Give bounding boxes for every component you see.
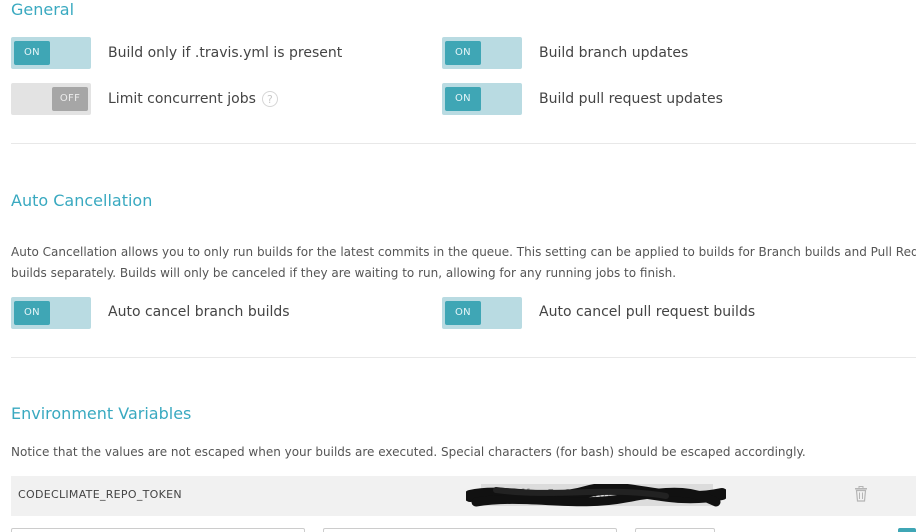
env-var-name: CODECLIMATE_REPO_TOKEN <box>18 488 182 501</box>
display-value-toggle[interactable] <box>635 528 715 532</box>
toggle-state: ON <box>445 301 481 325</box>
redaction-scribble <box>466 484 726 507</box>
environment-variables-section-title: Environment Variables <box>11 404 192 423</box>
auto-cancellation-description-line2: builds separately. Builds will only be c… <box>11 266 677 280</box>
build-only-travis-yml-toggle[interactable]: ON <box>11 37 91 69</box>
general-section-title: General <box>11 0 75 19</box>
toggle-state: ON <box>445 41 481 65</box>
limit-concurrent-jobs-row: Limit concurrent jobs? <box>108 90 278 108</box>
env-var-name-input[interactable] <box>11 528 305 532</box>
trash-icon[interactable] <box>854 486 868 502</box>
auto-cancel-branch-builds-label: Auto cancel branch builds <box>108 304 290 320</box>
limit-concurrent-jobs-toggle[interactable]: OFF <box>11 83 91 115</box>
toggle-state: ON <box>14 41 50 65</box>
build-branch-updates-label: Build branch updates <box>539 45 689 61</box>
section-divider <box>11 143 916 144</box>
auto-cancel-branch-builds-toggle[interactable]: ON <box>11 297 91 329</box>
add-env-var-button[interactable] <box>898 528 916 532</box>
build-branch-updates-toggle[interactable]: ON <box>442 37 522 69</box>
environment-variables-notice: Notice that the values are not escaped w… <box>11 445 806 459</box>
toggle-state: ON <box>14 301 50 325</box>
auto-cancel-pull-request-builds-toggle[interactable]: ON <box>442 297 522 329</box>
build-pull-request-updates-label: Build pull request updates <box>539 91 723 107</box>
repository-settings-page: General ON Build only if .travis.yml is … <box>0 0 916 532</box>
help-icon[interactable]: ? <box>261 91 278 107</box>
build-only-travis-yml-label: Build only if .travis.yml is present <box>108 45 343 61</box>
section-divider <box>11 357 916 358</box>
env-var-value-input[interactable] <box>323 528 617 532</box>
toggle-state: ON <box>445 87 481 111</box>
auto-cancellation-description-line1: Auto Cancellation allows you to only run… <box>11 245 916 259</box>
auto-cancel-pull-request-builds-label: Auto cancel pull request builds <box>539 304 756 320</box>
toggle-state: OFF <box>52 87 88 111</box>
limit-concurrent-jobs-label: Limit concurrent jobs <box>108 91 256 107</box>
auto-cancellation-section-title: Auto Cancellation <box>11 191 153 210</box>
build-pull-request-updates-toggle[interactable]: ON <box>442 83 522 115</box>
env-var-row: CODECLIMATE_REPO_TOKEN 7c8ffee5a86ed0f3e… <box>11 476 916 516</box>
